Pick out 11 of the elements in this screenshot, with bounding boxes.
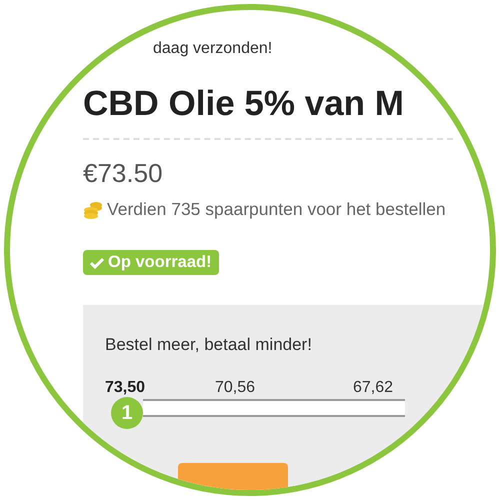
stock-badge: Op voorraad!: [83, 250, 219, 275]
shipping-note: daag verzonden!: [153, 40, 272, 58]
product-price: €73.50: [83, 158, 163, 189]
coins-icon: [83, 200, 103, 218]
tier-price[interactable]: 70,56: [215, 379, 315, 397]
points-text: Verdien 735 spaarpunten voor het bestellen: [107, 199, 446, 220]
tier-heading: Bestel meer, betaal minder!: [105, 335, 312, 355]
product-title: CBD Olie 5% van M: [83, 84, 404, 124]
tier-price[interactable]: 67,62: [315, 379, 393, 397]
action-button[interactable]: [178, 463, 288, 490]
tier-price[interactable]: 73,50: [105, 379, 215, 397]
